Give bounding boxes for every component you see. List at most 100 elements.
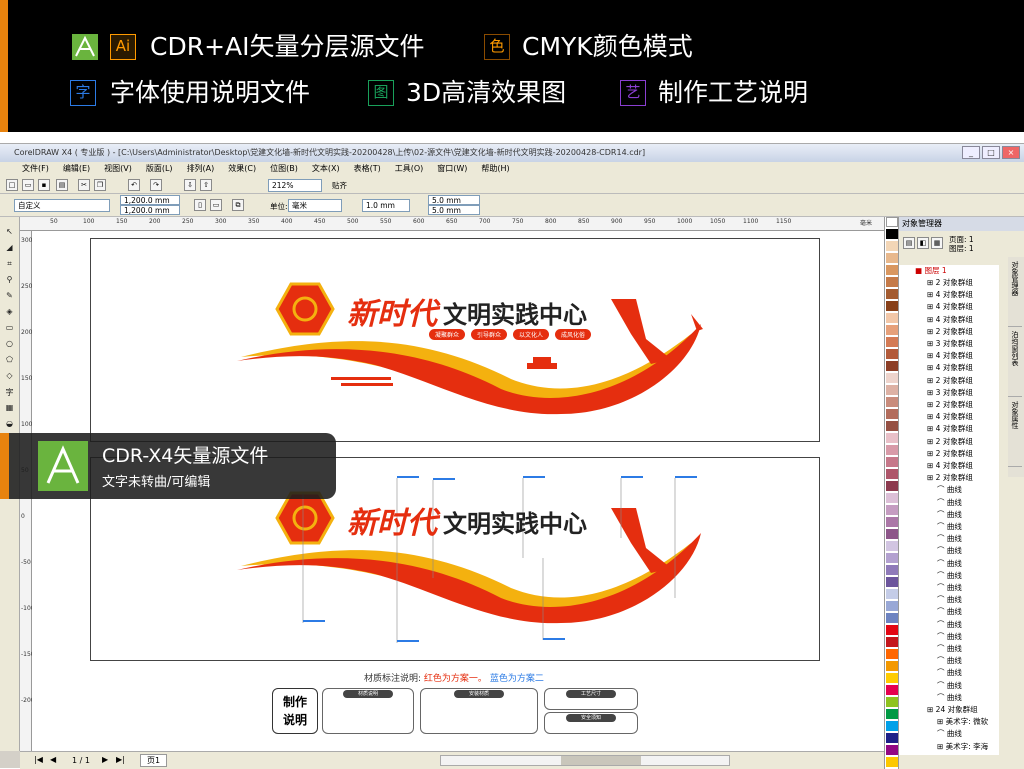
object-tree[interactable]: ■ 图层 1 ⊞ 2 对象群组 ⊞ 4 对象群组 ⊞ 4 对象群组 ⊞ 4 对象群组 ⊞… <box>899 265 999 755</box>
tree-curve-item[interactable]: ⌒ 曲线 <box>937 619 962 631</box>
color-swatch[interactable] <box>885 685 898 695</box>
color-swatch[interactable] <box>885 325 898 335</box>
tree-curve-item[interactable]: ⌒ 曲线 <box>937 582 962 594</box>
menu-arrange[interactable]: 排列(A) <box>187 162 215 176</box>
color-swatch[interactable] <box>885 757 898 767</box>
tree-curve-item[interactable]: ⌒ 曲线 <box>937 728 962 740</box>
menu-view[interactable]: 视图(V) <box>104 162 132 176</box>
artboard-top[interactable]: 新时代 文明实践中心 凝聚群众 引导群众 以文化人 成风化俗 <box>90 238 820 442</box>
unit-select[interactable]: 毫米 <box>288 199 342 212</box>
all-pages-icon[interactable]: ⧉ <box>232 199 244 211</box>
open-icon[interactable]: ▭ <box>22 179 34 191</box>
docker-tab-list[interactable]: 泊坞窗列表 <box>1008 327 1022 397</box>
tree-group-item[interactable]: ⊞ 2 对象群组 <box>927 326 973 338</box>
color-swatch[interactable] <box>885 709 898 719</box>
color-swatch[interactable] <box>885 589 898 599</box>
tree-group-item[interactable]: ⊞ 3 对象群组 <box>927 387 973 399</box>
color-swatch[interactable] <box>885 421 898 431</box>
menu-table[interactable]: 表格(T) <box>354 162 381 176</box>
last-page-button[interactable]: ▶| <box>116 755 125 764</box>
tree-curve-item[interactable]: ⌒ 曲线 <box>937 570 962 582</box>
show-properties-icon[interactable]: ▤ <box>903 237 915 249</box>
color-swatch[interactable] <box>885 529 898 539</box>
page-width-field[interactable]: 1,200.0 mm <box>120 195 180 205</box>
undo-icon[interactable]: ↶ <box>128 179 140 191</box>
save-icon[interactable]: ▪ <box>38 179 50 191</box>
redo-icon[interactable]: ↷ <box>150 179 162 191</box>
color-swatch[interactable] <box>885 361 898 371</box>
color-swatch[interactable] <box>885 373 898 383</box>
color-swatch[interactable] <box>885 265 898 275</box>
tree-curve-item[interactable]: ⌒ 曲线 <box>937 509 962 521</box>
color-swatch[interactable] <box>885 697 898 707</box>
menu-tools[interactable]: 工具(O) <box>395 162 424 176</box>
snap-dropdown[interactable]: 贴齐 <box>332 180 347 191</box>
tree-group-item[interactable]: ⊞ 2 对象群组 <box>927 472 973 484</box>
color-swatch[interactable] <box>885 241 898 251</box>
maximize-button[interactable]: □ <box>982 146 1000 159</box>
fill-tool-icon[interactable]: ◒ <box>3 419 16 432</box>
color-swatch[interactable] <box>885 517 898 527</box>
portrait-icon[interactable]: ▯ <box>194 199 206 211</box>
rectangle-tool-icon[interactable]: ▭ <box>3 323 16 336</box>
tree-group-item[interactable]: ⊞ 2 对象群组 <box>927 399 973 411</box>
color-swatch[interactable] <box>885 661 898 671</box>
tree-group-item[interactable]: ⊞ 美术字: 李海 <box>937 741 988 753</box>
tree-curve-item[interactable]: ⌒ 曲线 <box>937 606 962 618</box>
color-swatch[interactable] <box>885 217 898 227</box>
color-swatch[interactable] <box>885 277 898 287</box>
tree-curve-item[interactable]: ⌒ 曲线 <box>937 521 962 533</box>
tree-curve-item[interactable]: ⌒ 曲线 <box>937 631 962 643</box>
copy-icon[interactable]: ❐ <box>94 179 106 191</box>
tree-group-item[interactable]: ⊞ 4 对象群组 <box>927 423 973 435</box>
tree-group-item[interactable]: ⊞ 2 对象群组 <box>927 277 973 289</box>
tree-group-item[interactable]: ⊞ 2 对象群组 <box>927 448 973 460</box>
landscape-icon[interactable]: ▭ <box>210 199 222 211</box>
tree-group-item[interactable]: ⊞ 4 对象群组 <box>927 460 973 472</box>
tree-group-item[interactable]: ⊞ 4 对象群组 <box>927 362 973 374</box>
close-button[interactable]: × <box>1002 146 1020 159</box>
color-swatch[interactable] <box>885 541 898 551</box>
layer-manager-icon[interactable]: ◧ <box>917 237 929 249</box>
color-swatch[interactable] <box>885 385 898 395</box>
menu-file[interactable]: 文件(F) <box>22 162 49 176</box>
color-swatch[interactable] <box>885 673 898 683</box>
layer-node[interactable]: ■ 图层 1 <box>915 265 947 277</box>
menu-effects[interactable]: 效果(C) <box>228 162 256 176</box>
crop-tool-icon[interactable]: ⌗ <box>3 259 16 272</box>
color-swatch[interactable] <box>885 505 898 515</box>
duplicate-x-field[interactable]: 5.0 mm <box>428 195 480 205</box>
minimize-button[interactable]: _ <box>962 146 980 159</box>
tree-curve-item[interactable]: ⌒ 曲线 <box>937 533 962 545</box>
cut-icon[interactable]: ✂ <box>78 179 90 191</box>
color-swatch[interactable] <box>885 625 898 635</box>
tree-group-item[interactable]: ⊞ 4 对象群组 <box>927 411 973 423</box>
color-swatch[interactable] <box>885 577 898 587</box>
tree-group-item[interactable]: ⊞ 4 对象群组 <box>927 289 973 301</box>
color-swatch[interactable] <box>885 289 898 299</box>
freehand-tool-icon[interactable]: ✎ <box>3 291 16 304</box>
polygon-tool-icon[interactable]: ⬠ <box>3 355 16 368</box>
table-tool-icon[interactable]: ▦ <box>3 403 16 416</box>
menu-bitmaps[interactable]: 位图(B) <box>270 162 298 176</box>
color-swatch[interactable] <box>885 733 898 743</box>
color-swatch[interactable] <box>885 745 898 755</box>
new-icon[interactable]: □ <box>6 179 18 191</box>
prev-page-button[interactable]: ◀ <box>50 755 56 764</box>
menu-text[interactable]: 文本(X) <box>312 162 340 176</box>
zoom-tool-icon[interactable]: ⚲ <box>3 275 16 288</box>
color-swatch[interactable] <box>885 553 898 563</box>
shape-tool-icon[interactable]: ◢ <box>3 243 16 256</box>
menu-help[interactable]: 帮助(H) <box>481 162 509 176</box>
color-swatch[interactable] <box>885 721 898 731</box>
color-swatch[interactable] <box>885 481 898 491</box>
menu-window[interactable]: 窗口(W) <box>437 162 467 176</box>
duplicate-y-field[interactable]: 5.0 mm <box>428 205 480 215</box>
basic-shapes-icon[interactable]: ◇ <box>3 371 16 384</box>
horizontal-scrollbar[interactable] <box>440 755 730 766</box>
tree-curve-item[interactable]: ⌒ 曲线 <box>937 484 962 496</box>
color-swatch[interactable] <box>885 301 898 311</box>
preset-select[interactable]: 自定义 <box>14 199 110 212</box>
color-swatch[interactable] <box>885 397 898 407</box>
object-view-icon[interactable]: ▦ <box>931 237 943 249</box>
